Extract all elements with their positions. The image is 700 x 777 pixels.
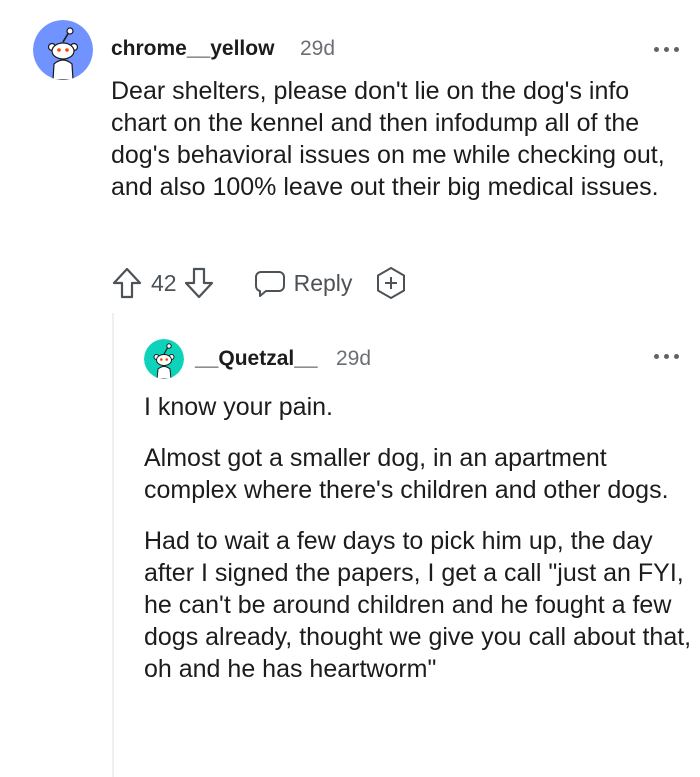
comment-username[interactable]: chrome__yellow [111, 37, 274, 61]
comment-chrome-yellow: chrome__yellow 29d Dear shelters, please… [0, 0, 700, 310]
reply-label: Reply [293, 269, 353, 296]
comment-paragraph: I know your pain. [144, 393, 333, 421]
comment-quetzal: __Quetzal__ 29d I know your pain. Almost… [0, 320, 700, 777]
comment-paragraph: Almost got a smaller dog, in an apartmen… [144, 444, 669, 504]
vote-score: 42 [151, 269, 177, 296]
comment-body: Dear shelters, please don't lie on the d… [111, 75, 691, 203]
upvote-arrow-icon[interactable] [111, 266, 143, 300]
more-options-icon[interactable] [654, 44, 684, 54]
comment-paragraph: Had to wait a few days to pick him up, t… [144, 527, 692, 683]
downvote-arrow-icon[interactable] [183, 266, 215, 300]
more-options-icon[interactable] [654, 351, 684, 361]
comment-paragraph: Dear shelters, please don't lie on the d… [111, 77, 665, 201]
comment-age: 29d [336, 347, 372, 370]
comment-age: 29d [300, 37, 336, 60]
reply-button[interactable]: Reply [254, 267, 353, 299]
comment-username[interactable]: __Quetzal__ [195, 347, 318, 371]
snoo-avatar-icon[interactable] [144, 339, 184, 379]
speech-bubble-icon [254, 267, 286, 299]
snoo-avatar-icon[interactable] [33, 20, 93, 80]
comment-actions: 42 Reply [111, 266, 408, 300]
plus-badge-icon[interactable] [374, 266, 408, 300]
comment-body: I know your pain. Almost got a smaller d… [144, 391, 692, 685]
